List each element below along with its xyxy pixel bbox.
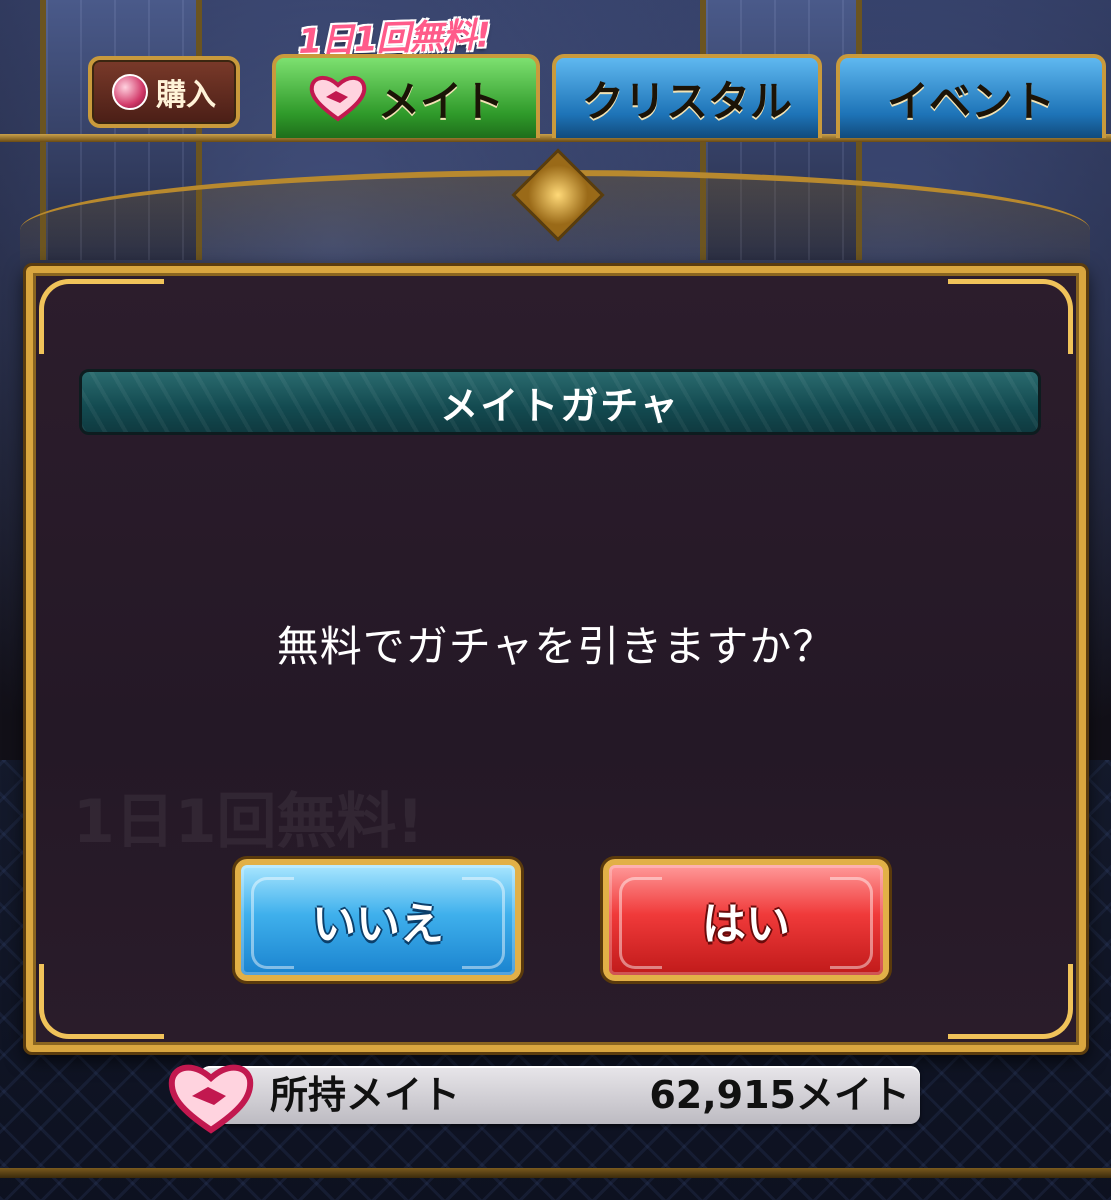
dialog-message: 無料でガチャを引きますか？ <box>276 622 836 671</box>
dialog-background-hint: 1日1回無料! <box>73 787 424 857</box>
owned-mate-value: 62,915メイト <box>649 1073 910 1117</box>
gold-corner-ornament <box>948 279 1073 354</box>
gold-corner-ornament <box>39 279 164 354</box>
tab-event-label: イベント <box>886 76 1055 126</box>
tab-event[interactable]: イベント <box>836 54 1106 138</box>
confirm-dialog: メイトガチャ 1日1回無料! 無料でガチャを引きますか？ いいえ はい <box>26 266 1086 1052</box>
gold-corner-ornament <box>948 964 1073 1039</box>
dialog-title-text: メイトガチャ <box>440 383 680 428</box>
yes-button-label: はい <box>702 899 790 950</box>
daily-free-banner: 1日1回無料! <box>297 15 491 62</box>
buy-button[interactable]: 購入 <box>88 56 240 128</box>
tab-crystal[interactable]: クリスタル <box>552 54 822 138</box>
heart-handshake-icon <box>168 1064 254 1134</box>
dialog-title: メイトガチャ <box>79 369 1041 435</box>
gold-corner-ornament <box>39 964 164 1039</box>
no-button[interactable]: いいえ <box>235 859 521 981</box>
tab-mate-label: メイト <box>377 76 504 126</box>
owned-mate-label: 所持メイト <box>270 1073 461 1117</box>
floor-divider <box>0 1168 1111 1178</box>
heart-handshake-icon <box>309 76 367 122</box>
gem-icon <box>112 74 148 110</box>
tab-crystal-label: クリスタル <box>581 76 792 126</box>
buy-button-label: 購入 <box>156 78 216 113</box>
yes-button[interactable]: はい <box>603 859 889 981</box>
no-button-label: いいえ <box>312 899 444 950</box>
tab-mate[interactable]: メイト <box>272 54 540 138</box>
